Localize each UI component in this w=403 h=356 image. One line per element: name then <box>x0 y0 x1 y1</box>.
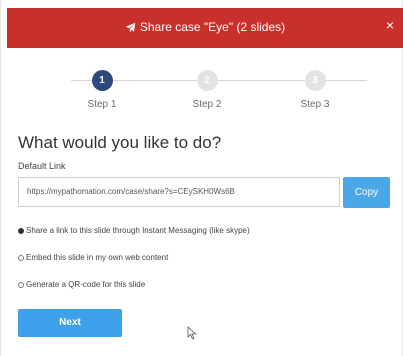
radio-embed[interactable] <box>18 255 24 261</box>
option-embed-label: Embed this slide in my own web content <box>26 253 169 262</box>
dialog-title: Share case "Eye" (2 slides) <box>7 20 403 34</box>
step-1: 1 Step 1 <box>72 70 132 110</box>
send-icon <box>125 22 136 33</box>
dialog-title-text: Share case "Eye" (2 slides) <box>139 20 286 34</box>
option-instant-messaging-label: Share a link to this slide through Insta… <box>26 226 250 235</box>
step-3-label: Step 3 <box>300 99 330 110</box>
default-link-field[interactable]: https://mypathomation.com/case/share?s=C… <box>18 177 340 207</box>
share-dialog: Share case "Eye" (2 slides) × 1 Step 1 2… <box>0 0 403 356</box>
close-button[interactable]: × <box>383 17 397 33</box>
step-1-label: Step 1 <box>87 99 117 110</box>
option-embed[interactable]: Embed this slide in my own web content <box>18 253 168 262</box>
step-2: 2 Step 2 <box>177 70 237 110</box>
step-2-label: Step 2 <box>192 99 222 110</box>
stepper: 1 Step 1 2 Step 2 3 Step 3 <box>1 62 403 122</box>
dialog-header: Share case "Eye" (2 slides) × <box>7 8 403 48</box>
step-1-circle: 1 <box>91 70 113 91</box>
copy-button[interactable]: Copy <box>343 177 390 208</box>
radio-qr-code[interactable] <box>18 282 24 288</box>
option-instant-messaging[interactable]: Share a link to this slide through Insta… <box>18 226 250 235</box>
radio-instant-messaging[interactable] <box>18 228 24 234</box>
default-link-label: Default Link <box>18 161 66 171</box>
next-button[interactable]: Next <box>18 309 122 337</box>
step-2-circle: 2 <box>196 70 218 91</box>
option-qr-code[interactable]: Generate a QR-code for this slide <box>18 280 145 289</box>
option-qr-code-label: Generate a QR-code for this slide <box>26 280 146 289</box>
mouse-cursor-icon <box>187 326 197 340</box>
question-heading: What would you like to do? <box>18 133 222 152</box>
step-3: 3 Step 3 <box>285 70 345 110</box>
step-3-circle: 3 <box>304 70 326 91</box>
